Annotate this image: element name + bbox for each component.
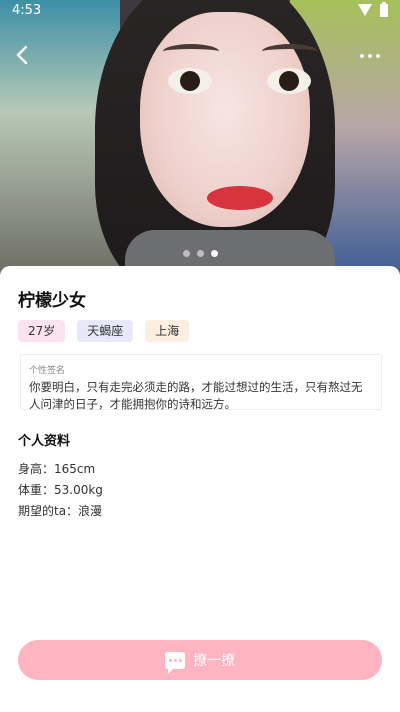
detail-weight: 体重：53.00kg (18, 483, 103, 497)
photo-eye-left (168, 68, 212, 94)
tag-zodiac: 天蝎座 (77, 320, 134, 342)
status-bar: 4:53 (0, 0, 400, 22)
photo-brow-left (163, 44, 219, 59)
detail-height: 身高：165cm (18, 462, 96, 476)
signature-box: 个性签名 你要明白，只有走完必须走的路，才能过想过的生活，只有熬过无人问津的日子… (20, 354, 382, 411)
wifi-icon (358, 4, 372, 16)
status-icons (358, 2, 388, 17)
tag-city: 上海 (145, 320, 190, 342)
gallery-indicator (0, 250, 400, 257)
profile-photo[interactable]: 4:53 (0, 0, 400, 280)
more-dots-icon[interactable] (360, 52, 382, 60)
profile-name: 柠檬少女 (18, 291, 86, 311)
profile-card: 柠檬少女 27岁 天蝎座 上海 个性签名 你要明白，只有走完必须走的路，才能过想… (0, 266, 400, 712)
back-arrow-icon[interactable] (12, 44, 32, 66)
gallery-dot[interactable] (182, 250, 190, 257)
gallery-dot[interactable] (210, 250, 218, 257)
photo-lips (207, 186, 273, 210)
signature-text: 你要明白，只有走完必须走的路，才能过想过的生活，只有熬过无人问津的日子，才能拥抱… (29, 380, 363, 411)
details-title: 个人资料 (18, 434, 71, 449)
chat-bubble-icon (165, 651, 185, 674)
battery-icon (380, 2, 388, 17)
status-time: 4:53 (12, 3, 42, 18)
photo-brow-right (262, 44, 318, 59)
photo-eye-right (267, 68, 311, 94)
profile-tags: 27岁 天蝎座 上海 (18, 320, 190, 342)
flirt-button[interactable]: 撩一撩 (18, 640, 382, 680)
gallery-dot[interactable] (196, 250, 204, 257)
tag-age: 27岁 (18, 320, 66, 342)
detail-ideal: 期望的ta：浪漫 (18, 504, 103, 518)
signature-label: 个性签名 (29, 366, 66, 376)
flirt-button-label: 撩一撩 (193, 653, 235, 669)
